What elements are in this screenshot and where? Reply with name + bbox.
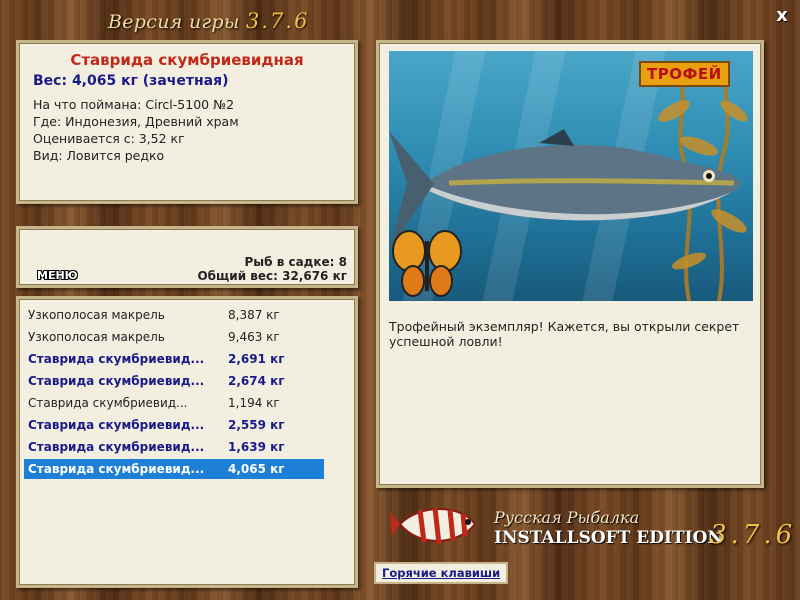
- trophy-badge: ТРОФЕЙ: [639, 61, 730, 87]
- total-weight: Общий вес: 32,676 кг: [197, 269, 347, 283]
- catch-list-item[interactable]: Узкополосая макрель 8,387 кг: [24, 305, 324, 325]
- game-logo: Русская Рыбалка INSTALLSOFT EDITION 3.7.…: [390, 494, 792, 564]
- catch-fish-name: Ставрида скумбриевид...: [28, 462, 205, 476]
- catch-fish-name: Ставрида скумбриевид...: [28, 418, 205, 432]
- catch-list-item[interactable]: Ставрида скумбриевид... 2,559 кг: [24, 415, 324, 435]
- catch-fish-weight: 2,559 кг: [228, 418, 285, 432]
- catch-list: Узкополосая макрель 8,387 кг Узкополосая м…: [16, 296, 358, 588]
- catch-fish-name: Узкополосая макрель: [28, 308, 165, 322]
- catch-list-item[interactable]: Ставрида скумбриевид... 2,691 кг: [24, 349, 324, 369]
- caught-with: На что поймана: Circl-5100 №2: [33, 97, 235, 112]
- catch-fish-weight: 1,194 кг: [228, 396, 280, 410]
- trophy-description: Трофейный экземпляр! Кажется, вы открыли…: [389, 319, 740, 349]
- fish-count: Рыб в садке: 8: [244, 255, 348, 269]
- title-prefix: Версия игры: [108, 11, 240, 33]
- fish-info-panel: Ставрида скумбриевидная Вес: 4,065 кг (з…: [16, 40, 358, 204]
- catch-list-item[interactable]: Ставрида скумбриевид... 1,194 кг: [24, 393, 324, 413]
- catch-list-item[interactable]: Узкополосая макрель 9,463 кг: [24, 327, 324, 347]
- species-rarity: Вид: Ловится редко: [33, 148, 165, 163]
- catch-fish-name: Узкополосая макрель: [28, 330, 165, 344]
- catch-fish-weight: 2,691 кг: [228, 352, 285, 366]
- menu-button[interactable]: МЕНЮ: [37, 269, 78, 282]
- rated-from: Оценивается с: 3,52 кг: [33, 131, 185, 146]
- catch-fish-name: Ставрида скумбриевид...: [28, 352, 205, 366]
- catch-fish-name: Ставрида скумбриевид...: [28, 374, 205, 388]
- logo-title: Русская Рыбалка: [494, 508, 640, 527]
- catch-list-item[interactable]: Ставрида скумбриевид... 1,639 кг: [24, 437, 324, 457]
- window-title: Версия игры 3.7.6: [108, 9, 309, 33]
- catch-fish-name: Ставрида скумбриевид...: [28, 440, 205, 454]
- fish-photo-panel: ТРОФЕЙ Трофейный экземпляр! Кажется, вы …: [376, 40, 764, 488]
- caught-where: Где: Индонезия, Древний храм: [33, 114, 239, 129]
- fish-weight: Вес: 4,065 кг (зачетная): [33, 73, 229, 89]
- catch-list-item[interactable]: Ставрида скумбриевид... 4,065 кг: [24, 459, 324, 479]
- title-version: 3.7.6: [246, 9, 310, 33]
- logo-fish-icon: [390, 507, 477, 545]
- catch-fish-weight: 1,639 кг: [228, 440, 285, 454]
- logo-version: 3.7.6: [710, 520, 797, 550]
- keepnet-stats-panel: МЕНЮ Рыб в садке: 8 Общий вес: 32,676 кг: [16, 226, 358, 288]
- catch-list-item[interactable]: Ставрида скумбриевид... 2,674 кг: [24, 371, 324, 391]
- catch-fish-name: Ставрида скумбриевид...: [28, 396, 188, 410]
- fish-name: Ставрида скумбриевидная: [70, 51, 304, 69]
- close-icon[interactable]: x: [772, 6, 792, 26]
- fish-photo: ТРОФЕЙ: [389, 51, 753, 301]
- catch-fish-weight: 2,674 кг: [228, 374, 285, 388]
- catch-fish-weight: 4,065 кг: [228, 462, 285, 476]
- fish-illustration: [389, 60, 748, 301]
- catch-fish-weight: 8,387 кг: [228, 308, 280, 322]
- logo-edition: INSTALLSOFT EDITION: [494, 528, 723, 548]
- catch-fish-weight: 9,463 кг: [228, 330, 280, 344]
- hotkeys-button[interactable]: Горячие клавиши: [374, 562, 509, 584]
